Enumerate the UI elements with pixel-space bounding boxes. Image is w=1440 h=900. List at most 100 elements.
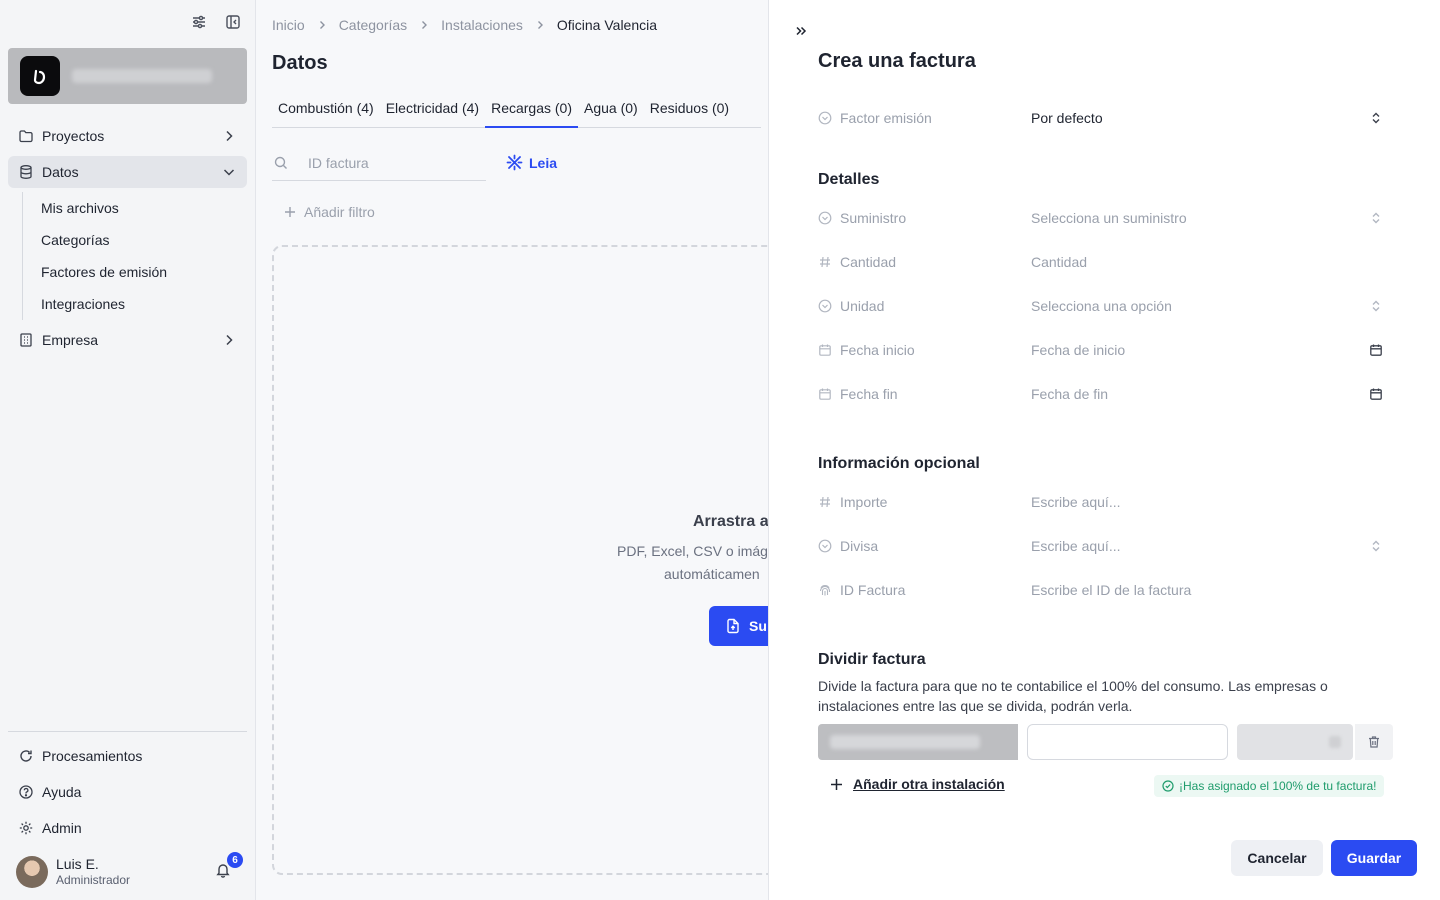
tab-combustion[interactable]: Combustión (4): [272, 96, 380, 128]
file-upload-icon: [725, 618, 741, 634]
fecha-fin-row[interactable]: Fecha fin Fecha de fin: [818, 382, 1393, 406]
chevron-right-icon: [221, 332, 237, 348]
check-circle-icon: [1162, 780, 1174, 792]
sliders-icon[interactable]: [191, 14, 207, 30]
add-filter-button[interactable]: Añadir filtro: [284, 204, 375, 220]
field-label: Divisa: [840, 538, 879, 554]
unidad-select[interactable]: Selecciona una opción: [1031, 298, 1369, 314]
file-dropzone[interactable]: [272, 245, 768, 875]
leia-label: Leia: [529, 154, 558, 171]
field-label: Factor emisión: [840, 110, 932, 126]
suministro-row[interactable]: Suministro Selecciona un suministro: [818, 206, 1393, 230]
select-arrows-icon: [1369, 211, 1383, 225]
calendar-icon[interactable]: [1369, 343, 1383, 357]
refresh-icon: [18, 748, 34, 764]
help-icon: [18, 784, 34, 800]
user-name: Luis E.: [56, 856, 99, 872]
sidebar-item-categorias[interactable]: Categorías: [41, 224, 247, 256]
leia-button[interactable]: Leia: [506, 154, 557, 171]
page-title: Datos: [272, 52, 328, 74]
split-facility-name[interactable]: [818, 724, 1018, 760]
database-icon: [18, 164, 34, 180]
nav-item-procesamientos[interactable]: Procesamientos: [8, 740, 247, 772]
chevron-circle-icon: [818, 539, 832, 553]
facility-name-blurred: [830, 735, 980, 749]
divisa-row[interactable]: Divisa Escribe aquí...: [818, 534, 1393, 558]
split-percentage[interactable]: [1237, 724, 1353, 760]
cantidad-row[interactable]: Cantidad Cantidad: [818, 250, 1393, 274]
nav-item-proyectos[interactable]: Proyectos: [8, 120, 247, 152]
cantidad-input[interactable]: Cantidad: [1031, 254, 1393, 270]
divisa-select[interactable]: Escribe aquí...: [1031, 538, 1369, 554]
importe-input[interactable]: Escribe aquí...: [1031, 494, 1393, 510]
tab-recargas[interactable]: Recargas (0): [485, 96, 578, 128]
hash-icon: [818, 255, 832, 269]
fecha-fin-input[interactable]: Fecha de fin: [1031, 386, 1369, 402]
factor-emision-row[interactable]: Factor emisión Por defecto: [818, 106, 1393, 130]
id-factura-input[interactable]: Escribe el ID de la factura: [1031, 582, 1393, 598]
tab-electricidad[interactable]: Electricidad (4): [380, 96, 485, 128]
importe-row[interactable]: Importe Escribe aquí...: [818, 490, 1393, 514]
field-label: Fecha inicio: [840, 342, 915, 358]
unidad-row[interactable]: Unidad Selecciona una opción: [818, 294, 1393, 318]
split-allocation-row: [818, 724, 1393, 760]
select-arrows-icon: [1369, 299, 1383, 313]
chevron-right-icon: [221, 128, 237, 144]
sidebar-item-factores[interactable]: Factores de emisión: [41, 256, 247, 288]
organization-switcher[interactable]: [8, 48, 247, 104]
id-factura-row[interactable]: ID Factura Escribe el ID de la factura: [818, 578, 1393, 602]
plus-icon: [284, 206, 296, 218]
select-arrows-icon: [1369, 111, 1383, 125]
user-text: Luis E. Administrador: [56, 856, 130, 888]
nav-item-admin[interactable]: Admin: [8, 812, 247, 844]
sidebar-item-integraciones[interactable]: Integraciones: [41, 288, 247, 320]
breadcrumb-item-instalaciones[interactable]: Instalaciones: [441, 17, 523, 33]
calendar-icon[interactable]: [1369, 387, 1383, 401]
hash-icon: [818, 495, 832, 509]
nav-label: Procesamientos: [42, 748, 143, 764]
allocation-status-text: ¡Has asignado el 100% de tu factura!: [1179, 779, 1377, 793]
sidebar-collapse-icon[interactable]: [225, 14, 241, 30]
upload-button[interactable]: Su: [709, 606, 768, 646]
delete-split-button[interactable]: [1355, 724, 1393, 760]
breadcrumb-item-inicio[interactable]: Inicio: [272, 17, 305, 33]
section-detalles: Detalles: [818, 171, 880, 188]
sidebar-bottom-nav: Procesamientos Ayuda Admin: [8, 731, 247, 848]
avatar: [16, 856, 48, 888]
nav-item-datos[interactable]: Datos: [8, 156, 247, 188]
dividir-description: Divide la factura para que no te contabi…: [818, 678, 1328, 714]
save-button[interactable]: Guardar: [1331, 840, 1417, 876]
field-label: Cantidad: [840, 254, 897, 270]
sparkle-icon: [506, 154, 523, 171]
category-tabs: Combustión (4) Electricidad (4) Recargas…: [272, 96, 761, 128]
sidebar-item-mis-archivos[interactable]: Mis archivos: [41, 192, 247, 224]
breadcrumb-item-categorias[interactable]: Categorías: [339, 17, 407, 33]
gear-icon: [18, 820, 34, 836]
double-chevron-right-icon[interactable]: [795, 25, 807, 37]
drawer-title: Crea una factura: [818, 50, 976, 72]
nav-label: Admin: [42, 820, 82, 836]
user-profile[interactable]: Luis E. Administrador: [16, 856, 130, 888]
chevron-circle-icon: [818, 211, 832, 225]
search-input[interactable]: [308, 155, 478, 171]
split-facility-input[interactable]: [1027, 724, 1228, 760]
field-label: Suministro: [840, 210, 907, 226]
search-bar: [272, 146, 486, 181]
chevron-circle-icon: [818, 299, 832, 313]
nav-item-ayuda[interactable]: Ayuda: [8, 776, 247, 808]
cancel-button[interactable]: Cancelar: [1231, 840, 1323, 876]
tab-residuos[interactable]: Residuos (0): [644, 96, 735, 128]
trash-icon: [1367, 735, 1381, 749]
tab-agua[interactable]: Agua (0): [578, 96, 644, 128]
add-facility-label: Añadir otra instalación: [853, 776, 1005, 792]
add-facility-button[interactable]: Añadir otra instalación: [830, 776, 1005, 792]
building-icon: [18, 332, 34, 348]
factor-emision-select[interactable]: Por defecto: [1031, 110, 1369, 126]
nav-item-empresa[interactable]: Empresa: [8, 324, 247, 356]
create-invoice-drawer: Crea una factura Factor emisión Por defe…: [768, 0, 1440, 900]
section-informacion-opcional: Información opcional: [818, 455, 980, 472]
fecha-inicio-input[interactable]: Fecha de inicio: [1031, 342, 1369, 358]
fecha-inicio-row[interactable]: Fecha inicio Fecha de inicio: [818, 338, 1393, 362]
breadcrumb: Inicio Categorías Instalaciones Oficina …: [272, 17, 657, 33]
suministro-select[interactable]: Selecciona un suministro: [1031, 210, 1369, 226]
